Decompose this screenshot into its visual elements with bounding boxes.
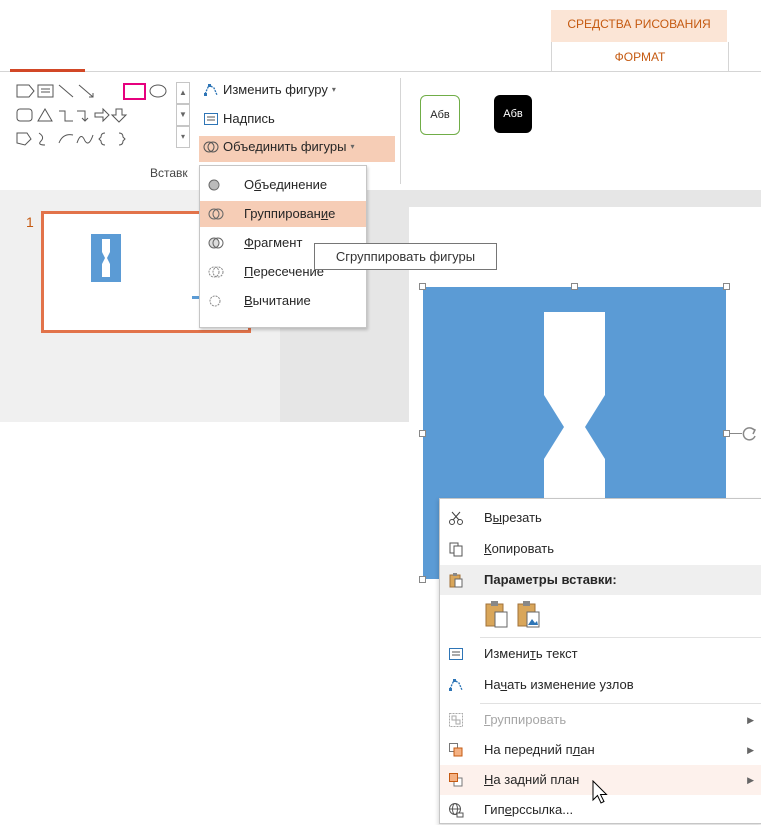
context-item-label: Начать изменение узлов bbox=[484, 677, 634, 692]
text-box-icon bbox=[204, 113, 218, 125]
shapes-grid-icon[interactable] bbox=[15, 81, 175, 153]
paste-option-picture[interactable] bbox=[516, 600, 542, 631]
group-divider bbox=[400, 78, 401, 184]
context-item-bring-front[interactable]: На передний план ▶ bbox=[440, 735, 761, 765]
gallery-more[interactable]: ▾ bbox=[176, 126, 190, 148]
context-item-edit-text[interactable]: Изменить текст bbox=[440, 639, 761, 669]
chevron-down-icon: ▾ bbox=[350, 142, 355, 151]
submenu-arrow-icon: ▶ bbox=[747, 745, 754, 755]
resize-handle-n[interactable] bbox=[571, 283, 578, 290]
intersect-icon bbox=[208, 266, 224, 278]
union-icon bbox=[208, 179, 220, 191]
resize-handle-sw[interactable] bbox=[419, 576, 426, 583]
text-box-label: Надпись bbox=[223, 111, 275, 126]
resize-handle-w[interactable] bbox=[419, 430, 426, 437]
mouse-cursor-icon bbox=[592, 780, 608, 804]
submenu-arrow-icon: ▶ bbox=[747, 715, 754, 725]
fragment-icon bbox=[208, 237, 224, 249]
context-item-cut[interactable]: Вырезать bbox=[440, 503, 761, 533]
resize-handle-ne[interactable] bbox=[723, 283, 730, 290]
hyperlink-icon bbox=[449, 803, 464, 818]
thumbnail-shape bbox=[91, 234, 121, 282]
text-box-button[interactable]: Надпись bbox=[203, 108, 275, 130]
context-item-label: Изменить текст bbox=[484, 646, 578, 661]
context-item-label: Группировать bbox=[484, 712, 567, 727]
context-separator bbox=[480, 637, 761, 638]
group-icon bbox=[449, 713, 463, 727]
context-item-group: Группировать ▶ bbox=[440, 705, 761, 735]
merge-shapes-button[interactable]: Объединить фигуры ▾ bbox=[199, 136, 395, 162]
combine-icon bbox=[208, 208, 224, 220]
menu-item-label: Пересечение bbox=[244, 264, 325, 279]
context-item-label: Копировать bbox=[484, 541, 555, 556]
context-item-edit-points[interactable]: Начать изменение узлов bbox=[440, 670, 761, 700]
context-menu: Вырезать Копировать Параметры вставки: И… bbox=[439, 498, 761, 824]
menu-item-label: Объединение bbox=[244, 177, 328, 192]
paste-picture-icon bbox=[517, 601, 540, 628]
menu-item-combine[interactable]: Группирование bbox=[200, 201, 366, 227]
paste-options-label: Параметры вставки: bbox=[484, 572, 617, 587]
rotate-icon[interactable] bbox=[741, 425, 759, 443]
menu-item-subtract[interactable]: Вычитание bbox=[200, 288, 366, 314]
shape-style-outline[interactable]: Абв bbox=[420, 95, 460, 135]
context-item-label: На передний план bbox=[484, 742, 595, 757]
edit-points-icon bbox=[449, 679, 463, 691]
resize-handle-e[interactable] bbox=[723, 430, 730, 437]
text-box-icon bbox=[449, 648, 463, 660]
insert-shapes-group-label: Вставк bbox=[150, 166, 188, 180]
shapes-gallery[interactable] bbox=[15, 81, 175, 153]
paste-option-keep-formatting[interactable] bbox=[484, 600, 510, 631]
merge-shapes-label: Объединить фигуры bbox=[223, 139, 347, 154]
menu-item-label: Группирование bbox=[244, 206, 336, 221]
gallery-scroll-up[interactable]: ▲ bbox=[176, 82, 190, 104]
paste-icon bbox=[449, 573, 463, 588]
submenu-arrow-icon: ▶ bbox=[747, 775, 754, 785]
resize-handle-nw[interactable] bbox=[419, 283, 426, 290]
shape-style-filled[interactable]: Абв bbox=[494, 95, 532, 133]
menu-item-label: Вычитание bbox=[244, 293, 311, 308]
slide-number: 1 bbox=[26, 214, 34, 230]
menu-item-label: Фрагмент bbox=[244, 235, 303, 250]
drawing-tools-header: СРЕДСТВА РИСОВАНИЯ bbox=[551, 10, 727, 42]
paste-keep-formatting-icon bbox=[485, 601, 508, 628]
context-item-label: Вырезать bbox=[484, 510, 542, 525]
context-item-label: На задний план bbox=[484, 772, 580, 787]
merge-shapes-icon bbox=[203, 141, 219, 153]
context-separator bbox=[480, 703, 761, 704]
context-item-copy[interactable]: Копировать bbox=[440, 534, 761, 564]
chevron-down-icon: ▾ bbox=[331, 85, 336, 94]
tooltip: Сгруппировать фигуры bbox=[314, 243, 497, 270]
subtract-icon bbox=[209, 295, 221, 307]
gallery-scroll-down[interactable]: ▼ bbox=[176, 104, 190, 126]
edit-shape-label: Изменить фигуру bbox=[223, 82, 328, 97]
bring-to-front-icon bbox=[449, 743, 463, 757]
edit-points-icon bbox=[204, 84, 218, 96]
tab-format[interactable]: ФОРМАТ bbox=[551, 42, 729, 72]
context-paste-options-header: Параметры вставки: bbox=[440, 565, 761, 595]
send-to-back-icon bbox=[449, 773, 463, 787]
context-item-label: Гиперссылка... bbox=[484, 802, 574, 817]
edit-shape-button[interactable]: Изменить фигуру ▾ bbox=[203, 79, 336, 101]
menu-item-union[interactable]: Объединение bbox=[200, 172, 366, 198]
copy-icon bbox=[449, 542, 463, 557]
scissors-icon bbox=[449, 511, 463, 525]
